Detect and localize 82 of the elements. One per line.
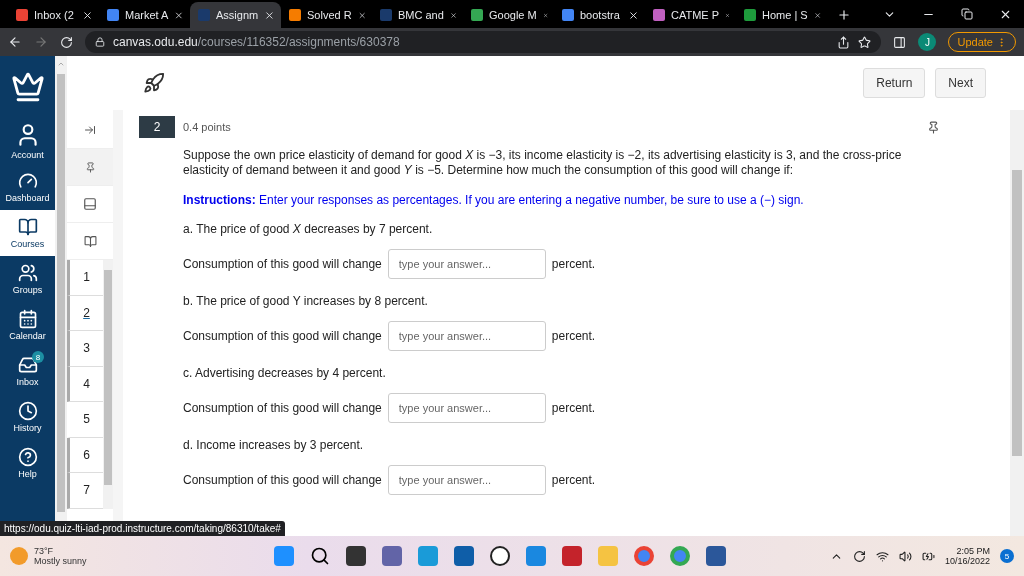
lock-icon	[95, 37, 105, 47]
new-tab-icon[interactable]	[837, 8, 851, 22]
browser-tab[interactable]: CATME P	[645, 2, 736, 28]
sidebar-item[interactable]: Courses	[0, 210, 55, 256]
page-icon[interactable]	[83, 197, 97, 211]
answer-lead-text: Consumption of this good will change	[183, 329, 382, 343]
unit-label: percent.	[551, 257, 596, 271]
browser-tab[interactable]: Market A	[99, 2, 190, 28]
browser-tab[interactable]: Home | S	[736, 2, 827, 28]
volume-icon[interactable]	[898, 549, 912, 563]
pin-icon[interactable]	[927, 120, 940, 134]
close-icon[interactable]	[82, 9, 93, 21]
browser-tab[interactable]: Google M	[463, 2, 554, 28]
history-icon	[17, 401, 38, 421]
instructions-text: Instructions: Enter your responses as percentages. If you are entering a negative number, be sure to use a (−) sign.	[183, 193, 804, 207]
next-button[interactable]: Next	[935, 68, 986, 98]
sidebar-item[interactable]: Inbox 8	[0, 348, 55, 394]
courses-icon	[17, 217, 38, 237]
part-prompt: c. Advertising decreases by 4 percent.	[183, 366, 386, 380]
status-url: https://odu.quiz-lti-iad-prod.instructure.com/taking/86310/take#	[0, 521, 285, 536]
sidebar-item[interactable]: Account	[0, 118, 55, 164]
share-icon[interactable]	[837, 35, 851, 49]
search-icon[interactable]	[310, 546, 330, 566]
question-number: 2	[139, 116, 175, 138]
restore-icon[interactable]	[961, 8, 973, 20]
pin-icon[interactable]	[84, 161, 96, 173]
browser-tab[interactable]: BMC and	[372, 2, 463, 28]
sidebar-item[interactable]: Calendar	[0, 302, 55, 348]
unit-label: percent.	[551, 329, 596, 343]
calendar-icon	[17, 309, 38, 329]
rocket-icon[interactable]	[143, 72, 165, 94]
browser-tab[interactable]: Assignm	[190, 2, 281, 28]
browser-tab[interactable]: Solved R	[281, 2, 372, 28]
part-prompt: a. The price of good X decreases by 7 percent.	[183, 222, 433, 236]
sidebar-item[interactable]: Help	[0, 440, 55, 486]
sync-icon[interactable]	[852, 549, 866, 563]
sidebar-item[interactable]: Dashboard	[0, 164, 55, 210]
back-icon[interactable]	[8, 35, 22, 49]
answer-field[interactable]: type your answer...	[387, 249, 546, 279]
url-text: canvas.odu.edu/courses/116352/assignments/630378	[113, 35, 400, 49]
unit-label: percent.	[551, 401, 596, 415]
notification-badge[interactable]: 5	[1000, 549, 1014, 563]
profile-avatar[interactable]: J	[918, 33, 937, 51]
sidebar-item[interactable]: Groups	[0, 256, 55, 302]
question-text: Suppose the own price elasticity of demand for good X is −3, its income elasticity is −2, its advertising elasticity is 3, and the cross-price elasticity of demand between it and good Y is −5. Determine how much the consumption of this good will change if:	[183, 148, 902, 177]
wifi-icon[interactable]	[875, 549, 889, 563]
dashboard-icon	[17, 171, 38, 191]
unread-badge: 8	[32, 351, 44, 363]
reload-icon[interactable]	[60, 35, 73, 49]
groups-icon	[17, 263, 38, 283]
scrollbar-thumb[interactable]	[104, 270, 112, 485]
part-prompt: d. Income increases by 3 percent.	[183, 438, 364, 452]
answer-field[interactable]: type your answer...	[387, 465, 546, 495]
temperature-label: 73°F	[34, 546, 55, 556]
weather-label: Mostly sunny	[34, 556, 87, 566]
scrollbar-thumb[interactable]	[1012, 170, 1022, 456]
side-panel-icon[interactable]	[893, 35, 907, 49]
inbox-icon	[17, 355, 38, 375]
scrollbar-thumb[interactable]	[57, 74, 65, 512]
forward-icon[interactable]	[34, 35, 48, 49]
answer-field[interactable]: type your answer...	[387, 321, 546, 351]
sidebar-item[interactable]: History	[0, 394, 55, 440]
expand-icon[interactable]	[84, 124, 96, 136]
unit-label: percent.	[551, 473, 596, 487]
answer-lead-text: Consumption of this good will change	[183, 257, 382, 271]
answer-lead-text: Consumption of this good will change	[183, 473, 382, 487]
bookmark-icon[interactable]	[858, 35, 872, 49]
address-bar[interactable]: canvas.odu.edu/courses/116352/assignments/630378	[85, 31, 882, 53]
help-icon	[17, 447, 38, 467]
points-label: 0.4 points	[183, 121, 231, 133]
close-icon[interactable]	[264, 9, 275, 21]
answer-lead-text: Consumption of this good will change	[183, 401, 382, 415]
browser-tab[interactable]: Inbox (2	[8, 2, 99, 28]
close-icon[interactable]	[628, 9, 639, 21]
answer-field[interactable]: type your answer...	[387, 393, 546, 423]
clock[interactable]: 2:05 PM 10/16/2022	[944, 546, 990, 566]
list-icon[interactable]	[83, 234, 97, 248]
close-icon[interactable]	[999, 8, 1012, 21]
return-button[interactable]: Return	[863, 68, 926, 98]
crown-logo-icon	[10, 70, 45, 104]
part-prompt: b. The price of good Y increases by 8 percent.	[183, 294, 428, 308]
browser-tab[interactable]: bootstra	[554, 2, 645, 28]
